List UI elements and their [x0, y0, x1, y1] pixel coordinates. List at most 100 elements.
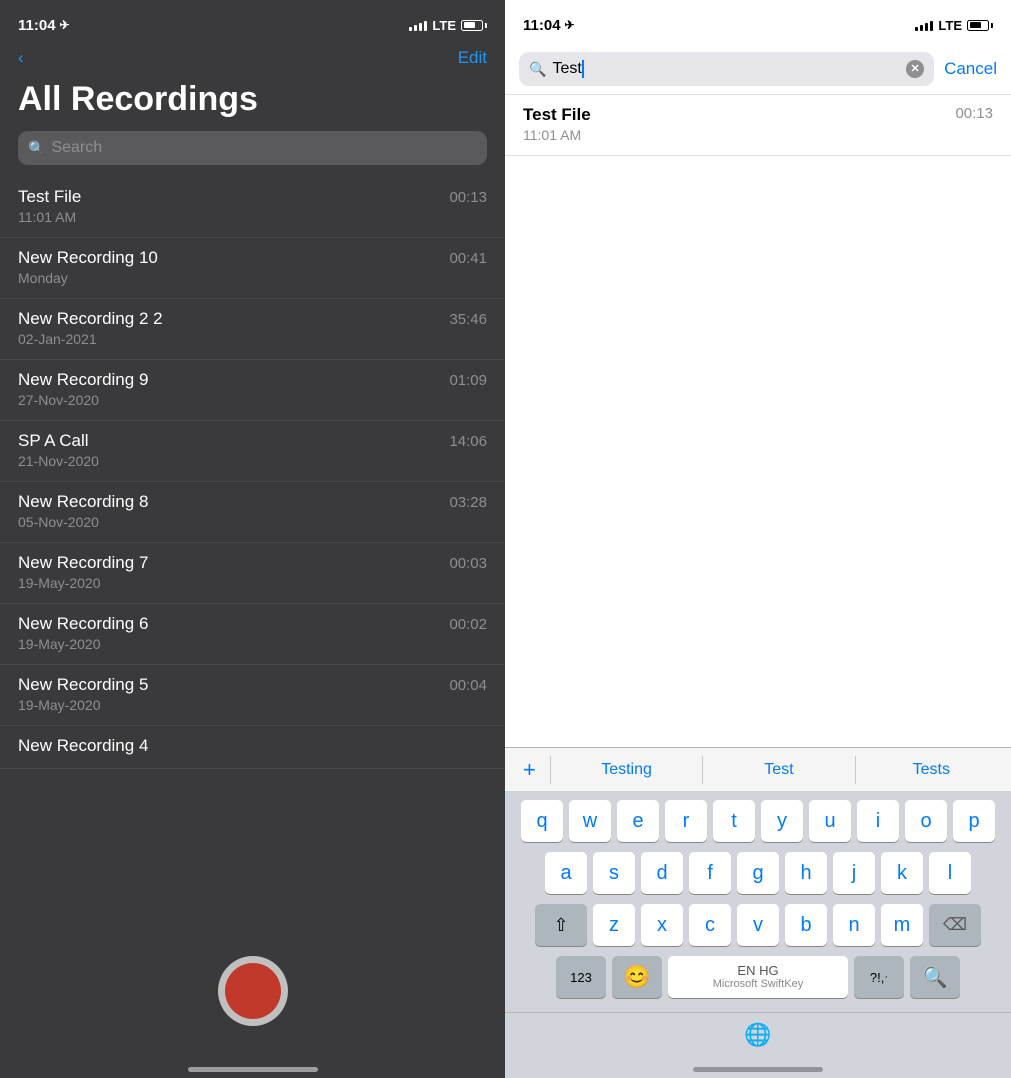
search-value: Test: [552, 60, 900, 78]
key-g[interactable]: g: [737, 852, 779, 894]
page-title: All Recordings: [0, 76, 505, 131]
left-time: 11:04: [18, 17, 56, 34]
left-status-bar: 11:04 ✈ LTE: [0, 0, 505, 44]
right-panel: 11:04 ✈ LTE 🔍 Test: [505, 0, 1011, 1078]
right-lte-label: LTE: [938, 18, 962, 33]
key-t[interactable]: t: [713, 800, 755, 842]
signal-bar-3: [419, 23, 422, 31]
key-q[interactable]: q: [521, 800, 563, 842]
key-y[interactable]: y: [761, 800, 803, 842]
list-item[interactable]: New Recording 4: [0, 726, 505, 769]
signal-bar-r4: [930, 21, 933, 31]
search-keyboard-key[interactable]: 🔍: [910, 956, 960, 998]
key-c[interactable]: c: [689, 904, 731, 946]
key-h[interactable]: h: [785, 852, 827, 894]
key-row-4: 123 😊 EN HG Microsoft SwiftKey ?!,· 🔍: [509, 956, 1007, 998]
key-row-3: ⇧ z x c v b n m ⌫: [509, 904, 1007, 946]
backspace-key[interactable]: ⌫: [929, 904, 981, 946]
list-item[interactable]: New Recording 9 01:09 27-Nov-2020: [0, 360, 505, 421]
signal-bar-r3: [925, 23, 928, 31]
left-location-icon: ✈: [60, 18, 70, 32]
punct-key[interactable]: ?!,·: [854, 956, 904, 998]
space-key[interactable]: EN HG Microsoft SwiftKey: [668, 956, 848, 998]
key-k[interactable]: k: [881, 852, 923, 894]
list-item[interactable]: New Recording 10 00:41 Monday: [0, 238, 505, 299]
globe-bar: 🌐: [505, 1012, 1011, 1056]
left-status-time-area: 11:04 ✈: [18, 17, 70, 34]
key-i[interactable]: i: [857, 800, 899, 842]
suggestion-testing[interactable]: Testing: [555, 761, 698, 779]
key-a[interactable]: a: [545, 852, 587, 894]
left-home-indicator: [0, 1056, 505, 1078]
right-status-right: LTE: [915, 18, 993, 33]
right-time: 11:04: [523, 17, 561, 34]
right-battery-body: [967, 20, 989, 31]
right-battery-fill: [970, 22, 981, 28]
right-signal-bars: [915, 19, 933, 31]
suggestion-divider-1: [550, 756, 551, 784]
key-j[interactable]: j: [833, 852, 875, 894]
right-location-icon: ✈: [565, 18, 575, 32]
space-lang: EN HG: [737, 963, 778, 979]
left-nav-bar: ‹ Edit: [0, 44, 505, 76]
list-item[interactable]: New Recording 5 00:04 19-May-2020: [0, 665, 505, 726]
search-result-item[interactable]: Test File 00:13 11:01 AM: [505, 95, 1011, 156]
suggestion-test[interactable]: Test: [707, 761, 850, 779]
cancel-button[interactable]: Cancel: [944, 59, 997, 79]
search-cursor: [582, 60, 584, 78]
key-o[interactable]: o: [905, 800, 947, 842]
key-r[interactable]: r: [665, 800, 707, 842]
key-x[interactable]: x: [641, 904, 683, 946]
globe-icon[interactable]: 🌐: [744, 1022, 771, 1048]
search-input-container[interactable]: 🔍 Test ✕: [519, 52, 934, 86]
signal-bar-1: [409, 27, 412, 31]
key-e[interactable]: e: [617, 800, 659, 842]
right-home-indicator: [505, 1056, 1011, 1078]
key-l[interactable]: l: [929, 852, 971, 894]
key-n[interactable]: n: [833, 904, 875, 946]
search-bar[interactable]: 🔍 Search: [18, 131, 487, 165]
edit-button[interactable]: Edit: [458, 48, 487, 68]
back-button[interactable]: ‹: [18, 48, 24, 68]
suggestion-tests[interactable]: Tests: [860, 761, 1003, 779]
key-p[interactable]: p: [953, 800, 995, 842]
list-item[interactable]: New Recording 6 00:02 19-May-2020: [0, 604, 505, 665]
space-brand: Microsoft SwiftKey: [713, 978, 803, 991]
signal-bar-r2: [920, 25, 923, 31]
key-z[interactable]: z: [593, 904, 635, 946]
emoji-key[interactable]: 😊: [612, 956, 662, 998]
signal-bar-2: [414, 25, 417, 31]
left-lte-label: LTE: [432, 18, 456, 33]
list-item[interactable]: New Recording 7 00:03 19-May-2020: [0, 543, 505, 604]
left-panel: 11:04 ✈ LTE ‹ Edit All Recordings: [0, 0, 505, 1078]
search-icon-right: 🔍: [529, 61, 546, 78]
numbers-key[interactable]: 123: [556, 956, 606, 998]
key-w[interactable]: w: [569, 800, 611, 842]
key-s[interactable]: s: [593, 852, 635, 894]
search-bar-container: 🔍 Search: [0, 131, 505, 177]
keyboard-rows: q w e r t y u i o p a s d f g h j k: [505, 792, 1011, 1012]
key-f[interactable]: f: [689, 852, 731, 894]
right-home-bar: [693, 1067, 823, 1072]
key-v[interactable]: v: [737, 904, 779, 946]
key-b[interactable]: b: [785, 904, 827, 946]
clear-icon: ✕: [910, 64, 919, 75]
right-battery-tip: [991, 23, 993, 28]
key-d[interactable]: d: [641, 852, 683, 894]
record-button-inner: [225, 963, 281, 1019]
right-status-time-area: 11:04 ✈: [523, 17, 575, 34]
record-button[interactable]: [218, 956, 288, 1026]
clear-search-button[interactable]: ✕: [906, 60, 924, 78]
shift-key[interactable]: ⇧: [535, 904, 587, 946]
suggestion-plus[interactable]: +: [513, 757, 546, 783]
list-item[interactable]: New Recording 8 03:28 05-Nov-2020: [0, 482, 505, 543]
search-icon: 🔍: [28, 140, 45, 157]
left-signal-bars: [409, 19, 427, 31]
search-placeholder: Search: [51, 139, 102, 157]
key-u[interactable]: u: [809, 800, 851, 842]
key-m[interactable]: m: [881, 904, 923, 946]
list-item[interactable]: Test File 00:13 11:01 AM: [0, 177, 505, 238]
list-item[interactable]: New Recording 2 2 35:46 02-Jan-2021: [0, 299, 505, 360]
list-item[interactable]: SP A Call 14:06 21-Nov-2020: [0, 421, 505, 482]
left-status-right: LTE: [409, 18, 487, 33]
